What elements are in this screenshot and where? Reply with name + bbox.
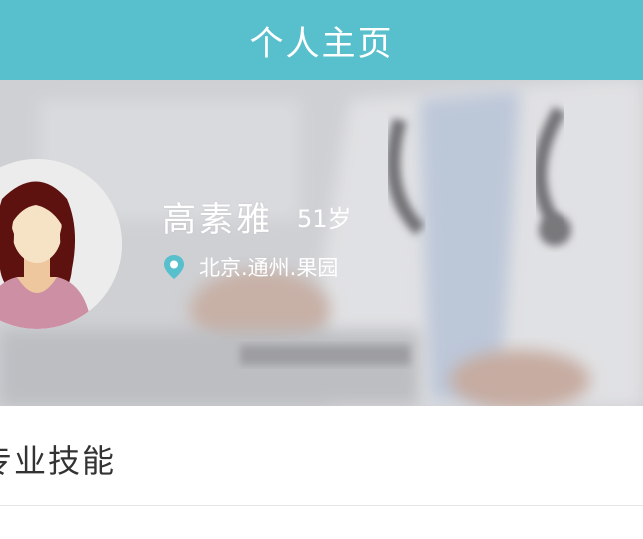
location-text: 北京.通州.果园 — [199, 256, 339, 280]
profile-page: 个人主页 高素雅 51岁 北京.通州.果园 业技能 — [0, 0, 643, 539]
profile-header-banner: 高素雅 51岁 北京.通州.果园 — [0, 80, 643, 406]
location-pin-icon — [164, 255, 184, 279]
skills-section-title: 专业技能 — [0, 442, 117, 480]
page-title: 个人主页 — [249, 23, 394, 64]
top-navigation-bar: 个人主页 — [0, 0, 643, 80]
content-area — [0, 506, 643, 539]
skills-section[interactable]: 专业技能 — [0, 406, 643, 506]
location-row: 北京.通州.果园 — [163, 252, 338, 282]
profile-name: 高素雅 — [162, 200, 273, 240]
profile-age: 51岁 — [297, 205, 352, 233]
